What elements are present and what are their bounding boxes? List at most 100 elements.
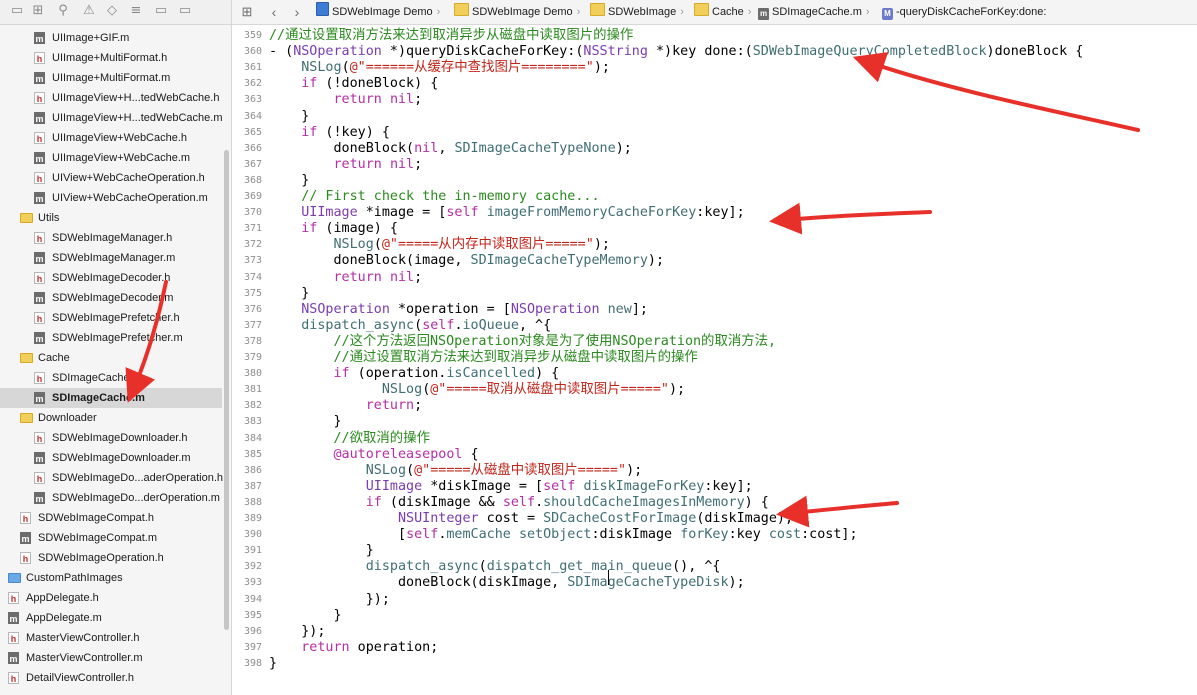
file-item[interactable]: m AppDelegate.m: [0, 608, 222, 628]
code-line[interactable]: [self.memCache setObject:diskImage forKe…: [269, 527, 858, 543]
breadcrumb-item[interactable]: M -queryDiskCacheForKey:done:: [882, 0, 1046, 24]
file-item[interactable]: h SDWebImageDownloader.h: [0, 428, 222, 448]
file-item[interactable]: m UIImage+GIF.m: [0, 28, 222, 48]
line-number: 372: [243, 239, 262, 251]
folder-item[interactable]: Cache: [0, 348, 222, 368]
breadcrumb-item[interactable]: SDWebImage Demo ›: [316, 0, 443, 24]
file-item[interactable]: h DetailViewController.h: [0, 668, 222, 688]
file-item[interactable]: m UIImage+MultiFormat.m: [0, 68, 222, 88]
code-line[interactable]: UIImage *image = [self imageFromMemoryCa…: [269, 205, 744, 221]
search-icon[interactable]: ⚲: [55, 3, 71, 19]
breadcrumb-item[interactable]: SDWebImage ›: [590, 0, 687, 24]
code-line[interactable]: if (!key) {: [269, 125, 390, 141]
code-line[interactable]: //欲取消的操作: [269, 431, 430, 447]
file-item[interactable]: m SDWebImageCompat.m: [0, 528, 222, 548]
code-line[interactable]: });: [269, 592, 390, 608]
code-line[interactable]: dispatch_async(dispatch_get_main_queue()…: [269, 559, 721, 575]
file-item[interactable]: m MasterViewController.m: [0, 648, 222, 668]
file-item[interactable]: m SDWebImageManager.m: [0, 248, 222, 268]
file-item[interactable]: h SDWebImagePrefetcher.h: [0, 308, 222, 328]
folder-item[interactable]: Utils: [0, 208, 222, 228]
file-item[interactable]: h SDWebImageDo...aderOperation.h: [0, 468, 223, 488]
file-item[interactable]: h SDWebImageCompat.h: [0, 508, 222, 528]
code-token: return: [365, 398, 415, 414]
file-item[interactable]: m SDWebImageDo...derOperation.m: [0, 488, 222, 508]
file-item[interactable]: m SDWebImageDownloader.m: [0, 448, 222, 468]
file-item[interactable]: m UIImageView+WebCache.m: [0, 148, 222, 168]
file-item[interactable]: m UIView+WebCacheOperation.m: [0, 188, 222, 208]
breadcrumb-item[interactable]: Cache ›: [694, 0, 754, 24]
diamond-icon[interactable]: ◇: [104, 3, 120, 19]
tag-icon[interactable]: ▭: [177, 3, 193, 19]
file-item[interactable]: h UIView+WebCacheOperation.h: [0, 168, 222, 188]
file-item[interactable]: h SDWebImageManager.h: [0, 228, 222, 248]
file-item[interactable]: h MasterViewController.h: [0, 628, 222, 648]
code-line[interactable]: doneBlock(image, SDImageCacheTypeMemory)…: [269, 253, 664, 269]
project-icon: [316, 2, 329, 16]
code-line[interactable]: if (diskImage && self.shouldCacheImagesI…: [269, 495, 769, 511]
code-line[interactable]: return operation;: [269, 640, 438, 656]
breadcrumb-item[interactable]: SDWebImage Demo ›: [454, 0, 583, 24]
folder-item[interactable]: CustomPathImages: [0, 568, 222, 588]
box-icon[interactable]: ⊞: [30, 3, 46, 19]
code-line[interactable]: if (image) {: [269, 221, 398, 237]
file-item[interactable]: m SDWebImageDecoder.m: [0, 288, 222, 308]
file-item[interactable]: h SDWebImageOperation.h: [0, 548, 222, 568]
file-item[interactable]: h UIImageView+H...tedWebCache.h: [0, 88, 222, 108]
file-item[interactable]: m UIImageView+H...tedWebCache.m: [0, 108, 222, 128]
chevron-left-icon[interactable]: ‹: [265, 3, 283, 21]
code-line[interactable]: NSOperation *operation = [NSOperation ne…: [269, 302, 648, 318]
code-line[interactable]: if (operation.isCancelled) {: [269, 366, 560, 382]
code-line[interactable]: //这个方法返回NSOperation对象是为了使用NSOperation的取消…: [269, 334, 777, 350]
code-line[interactable]: NSLog(@"=====从内存中读取图片=====");: [269, 237, 610, 253]
grid-icon[interactable]: ≡: [128, 3, 144, 19]
file-item[interactable]: h UIImage+MultiFormat.h: [0, 48, 222, 68]
code-line[interactable]: }: [269, 656, 277, 672]
code-line[interactable]: doneBlock(nil, SDImageCacheTypeNone);: [269, 141, 631, 157]
file-item[interactable]: m SDWebImagePrefetcher.m: [0, 328, 222, 348]
file-item[interactable]: m SDImageCache.m: [0, 388, 222, 408]
code-line[interactable]: //通过设置取消方法来达到取消异步从磁盘中读取图片的操作: [269, 28, 633, 44]
code-line[interactable]: //通过设置取消方法来达到取消异步从磁盘中读取图片的操作: [269, 350, 698, 366]
warning-icon[interactable]: ⚠: [81, 3, 97, 19]
code-line[interactable]: UIImage *diskImage = [self diskImageForK…: [269, 479, 753, 495]
breadcrumb-item[interactable]: m SDImageCache.m ›: [758, 0, 873, 24]
chevron-right-icon[interactable]: ›: [288, 3, 306, 21]
comment-icon[interactable]: ▭: [153, 3, 169, 19]
code-line[interactable]: }: [269, 286, 309, 302]
code-line[interactable]: if (!doneBlock) {: [269, 76, 438, 92]
code-line[interactable]: doneBlock(diskImage, SDImageCacheTypeDis…: [269, 575, 745, 591]
code-line[interactable]: NSUInteger cost = SDCacheCostForImage(di…: [269, 511, 793, 527]
code-line[interactable]: return nil;: [269, 92, 423, 108]
code-line[interactable]: // First check the in-memory cache...: [269, 189, 599, 205]
code-line[interactable]: @autoreleasepool {: [269, 447, 479, 463]
code-line[interactable]: return;: [269, 398, 422, 414]
code-line[interactable]: }: [269, 543, 374, 559]
code-line[interactable]: }: [269, 608, 341, 624]
file-item[interactable]: h SDImageCache.h: [0, 368, 222, 388]
code-line[interactable]: NSLog(@"=====取消从磁盘中读取图片=====");: [269, 382, 685, 398]
folder-item[interactable]: Downloader: [0, 408, 222, 428]
code-line[interactable]: NSLog(@"=====从磁盘中读取图片=====");: [269, 463, 642, 479]
file-item[interactable]: h AppDelegate.h: [0, 588, 222, 608]
file-name: UIImageView+WebCache.m: [52, 152, 191, 164]
code-line[interactable]: }: [269, 173, 309, 189]
navigator-scrollbar[interactable]: [224, 150, 229, 630]
file-item[interactable]: h SDWebImageDecoder.h: [0, 268, 222, 288]
code-line[interactable]: }: [269, 109, 309, 125]
code-line[interactable]: - (NSOperation *)queryDiskCacheForKey:(N…: [269, 44, 1083, 60]
folder-icon[interactable]: ▭: [9, 3, 25, 19]
code-line[interactable]: NSLog(@"======从缓存中查找图片========");: [269, 60, 610, 76]
code-editor[interactable]: 359 360 361 362 363 364 365 366 367 368 369 370 371 3…: [232, 25, 1197, 695]
grid-icon[interactable]: ⊞: [238, 3, 256, 21]
code-token: );: [593, 237, 610, 253]
code-token: *operation = [: [389, 301, 511, 317]
line-number: 362: [243, 78, 262, 90]
file-name: SDWebImageDo...aderOperation.h: [52, 472, 223, 484]
code-line[interactable]: return nil;: [269, 270, 423, 286]
code-line[interactable]: return nil;: [269, 157, 423, 173]
code-line[interactable]: }: [269, 414, 341, 430]
file-item[interactable]: h UIImageView+WebCache.h: [0, 128, 222, 148]
code-line[interactable]: });: [269, 624, 325, 640]
code-line[interactable]: dispatch_async(self.ioQueue, ^{: [269, 318, 551, 334]
